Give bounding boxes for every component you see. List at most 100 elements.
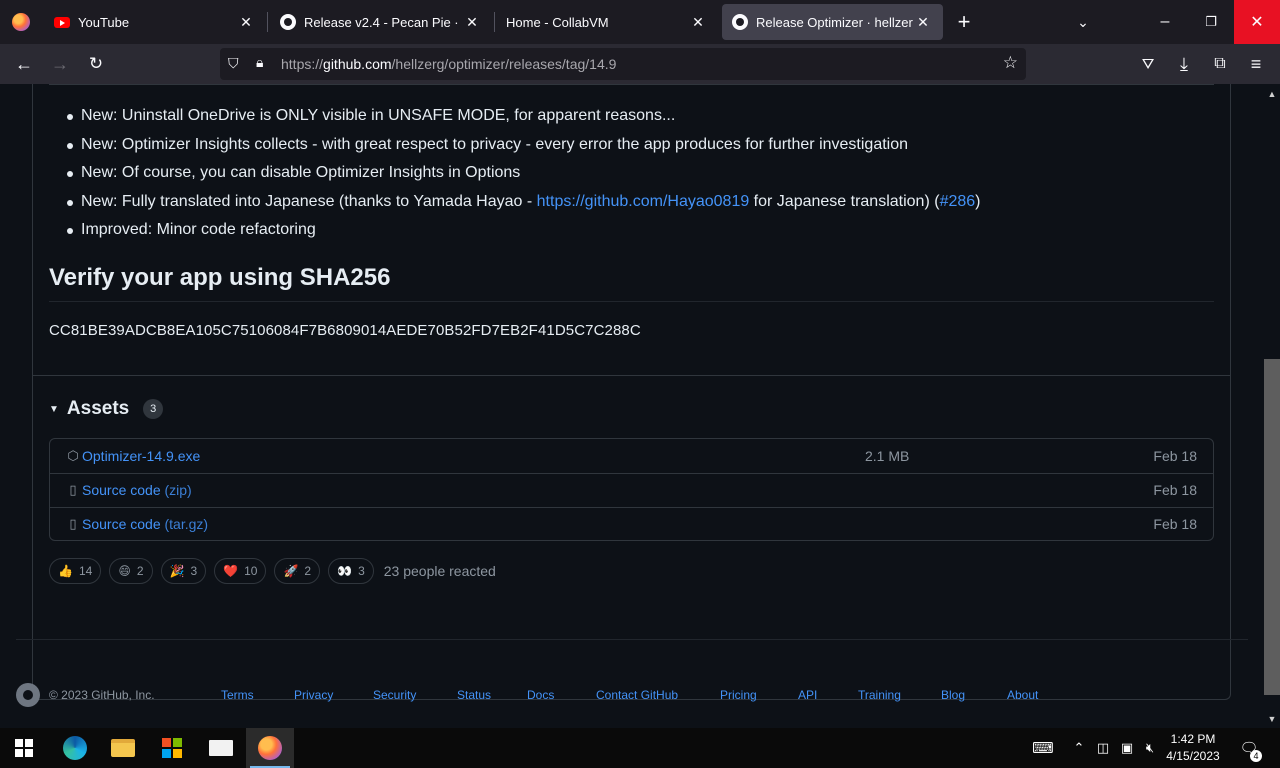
github-logo-icon[interactable]: [16, 683, 40, 707]
reaction-heart-button[interactable]: ❤️ 10: [214, 558, 267, 584]
footer-link-terms[interactable]: Terms: [221, 688, 294, 702]
reaction-count: 3: [190, 564, 198, 578]
sha256-hash: CC81BE39ADCB8EA105C75106084F7B6809014AED…: [49, 322, 641, 339]
reaction-hooray-button[interactable]: 🎉 3: [160, 558, 207, 584]
network-icon[interactable]: ▣: [1116, 728, 1138, 768]
forward-arrow-icon[interactable]: →: [44, 48, 76, 80]
start-button[interactable]: [0, 728, 48, 768]
asset-date: Feb 18: [1153, 482, 1197, 498]
downloads-icon[interactable]: ⤓: [1168, 48, 1200, 80]
tab-collabvm[interactable]: Home - CollabVM ✕: [496, 4, 718, 40]
lock-icon[interactable]: 🔒︎: [256, 54, 263, 71]
tab-title: Release Optimizer · hellzerg/opt: [756, 14, 913, 30]
windows-logo-icon: [15, 739, 33, 757]
store-icon: [162, 738, 182, 758]
caret-down-icon: ▼: [49, 403, 59, 415]
assets-title: Assets: [66, 398, 130, 419]
divider: [16, 639, 1248, 640]
asset-link[interactable]: Source code (zip): [82, 482, 192, 498]
store-taskbar-button[interactable]: [148, 728, 196, 768]
restore-button[interactable]: ❐: [1188, 0, 1234, 44]
reaction-eyes-button[interactable]: 👀 3: [328, 558, 374, 584]
reaction-laugh-button[interactable]: 😄 2: [109, 558, 153, 584]
tab-close-icon[interactable]: ✕: [236, 12, 256, 32]
asset-row: ▯ Source code (zip) Feb 18: [50, 473, 1213, 506]
list-item-text: ): [975, 192, 981, 210]
show-hidden-icons-chevron-icon[interactable]: ⌃: [1069, 728, 1089, 768]
bookmark-star-icon[interactable]: ☆: [1003, 53, 1018, 73]
tab-separator: [494, 12, 495, 32]
url-text[interactable]: https://github.com/hellzerg/optimizer/re…: [281, 56, 616, 72]
footer-link-contact[interactable]: Contact GitHub: [596, 688, 720, 702]
tab-title: YouTube: [78, 14, 130, 30]
footer-link-pricing[interactable]: Pricing: [720, 688, 798, 702]
footer-link-blog[interactable]: Blog: [941, 688, 1007, 702]
reactions-bar: 👍 14 😄 2 🎉 3 ❤️ 10 🚀 2 👀 3 23 people reacted: [49, 558, 496, 584]
list-item: New: Fully translated into Japanese (tha…: [49, 188, 980, 217]
file-zip-icon: ▯: [69, 482, 77, 497]
tab-release-pecan-pie[interactable]: Release v2.4 - Pecan Pie · xemul ✕: [270, 4, 492, 40]
tab-close-icon[interactable]: ✕: [913, 12, 933, 32]
folder-icon: [111, 739, 135, 757]
shield-icon[interactable]: ⛉: [228, 55, 244, 72]
clock-date: 4/15/2023: [1166, 749, 1220, 763]
issue-link[interactable]: #286: [940, 193, 976, 210]
asset-size: 2.1 MB: [865, 447, 910, 464]
thumbs-up-icon: 👍: [58, 564, 73, 578]
tab-separator: [267, 12, 268, 32]
asset-link-suffix: (tar.gz): [160, 516, 209, 532]
footer-link-privacy[interactable]: Privacy: [294, 688, 373, 702]
minimize-button[interactable]: –: [1142, 0, 1188, 44]
asset-link-suffix: (zip): [160, 482, 192, 498]
assets-count-badge: 3: [143, 399, 164, 419]
footer-link-docs[interactable]: Docs: [527, 688, 596, 702]
list-all-tabs-chevron-icon[interactable]: ⌄: [1060, 0, 1106, 44]
scrollbar-thumb[interactable]: [1264, 359, 1280, 695]
url-host: github.com: [323, 56, 392, 72]
asset-link[interactable]: Optimizer-14.9.exe: [82, 448, 200, 464]
pocket-icon[interactable]: ⛛: [1132, 48, 1164, 80]
firefox-taskbar-button[interactable]: [246, 728, 294, 768]
reaction-rocket-button[interactable]: 🚀 2: [274, 558, 321, 584]
notifications-button[interactable]: 🗨︎ 4: [1236, 728, 1262, 768]
package-icon: ⬡: [67, 447, 79, 463]
assets-list: ⬡ Optimizer-14.9.exe 2.1 MB Feb 18 ▯ Sou…: [49, 438, 1214, 541]
edge-taskbar-button[interactable]: [51, 728, 99, 768]
assets-toggle[interactable]: ▼ Assets 3: [49, 398, 164, 420]
tab-close-icon[interactable]: ✕: [688, 12, 708, 32]
address-bar[interactable]: ⛉ 🔒︎ https://github.com/hellzerg/optimiz…: [220, 48, 1026, 80]
reaction-thumbs-up-button[interactable]: 👍 14: [49, 558, 102, 584]
extensions-icon[interactable]: ⧉: [1204, 48, 1236, 80]
volume-muted-icon[interactable]: 🔇︎: [1140, 728, 1160, 768]
list-item: New: Uninstall OneDrive is ONLY visible …: [49, 102, 980, 131]
file-zip-icon: ▯: [69, 516, 77, 531]
footer-link-api[interactable]: API: [798, 688, 858, 702]
asset-link[interactable]: Source code (tar.gz): [82, 516, 208, 532]
meet-now-icon[interactable]: ◫: [1093, 728, 1113, 768]
url-scheme: https://: [281, 56, 324, 72]
mail-taskbar-button[interactable]: [197, 728, 245, 768]
new-tab-button[interactable]: +: [942, 0, 986, 44]
reaction-count: 3: [358, 564, 365, 578]
footer-link-about[interactable]: About: [1007, 688, 1038, 702]
keyboard-icon[interactable]: ⌨: [1029, 728, 1057, 768]
footer-link-security[interactable]: Security: [373, 688, 457, 702]
hayao-profile-link[interactable]: https://github.com/Hayao0819: [537, 193, 750, 210]
scroll-up-arrow-icon[interactable]: ▲: [1264, 86, 1280, 102]
tab-title: Home - CollabVM: [506, 14, 609, 30]
footer-link-training[interactable]: Training: [858, 688, 941, 702]
list-item: Improved: Minor code refactoring: [49, 216, 980, 245]
back-arrow-icon[interactable]: ←: [8, 48, 40, 80]
file-explorer-taskbar-button[interactable]: [99, 728, 147, 768]
taskbar-clock[interactable]: 1:42 PM 4/15/2023: [1160, 731, 1226, 765]
firefox-view-button[interactable]: [0, 0, 42, 44]
footer-link-status[interactable]: Status: [457, 688, 527, 702]
asset-link-text: Source code: [82, 482, 161, 498]
tab-youtube[interactable]: YouTube ✕: [44, 4, 266, 40]
tab-release-optimizer[interactable]: Release Optimizer · hellzerg/opt ✕: [722, 4, 943, 40]
reload-icon[interactable]: ↻: [80, 48, 112, 80]
tab-close-icon[interactable]: ✕: [462, 12, 482, 32]
menu-hamburger-icon[interactable]: ≡: [1240, 48, 1272, 80]
scroll-down-arrow-icon[interactable]: ▼: [1264, 711, 1280, 727]
close-window-button[interactable]: ✕: [1234, 0, 1280, 44]
